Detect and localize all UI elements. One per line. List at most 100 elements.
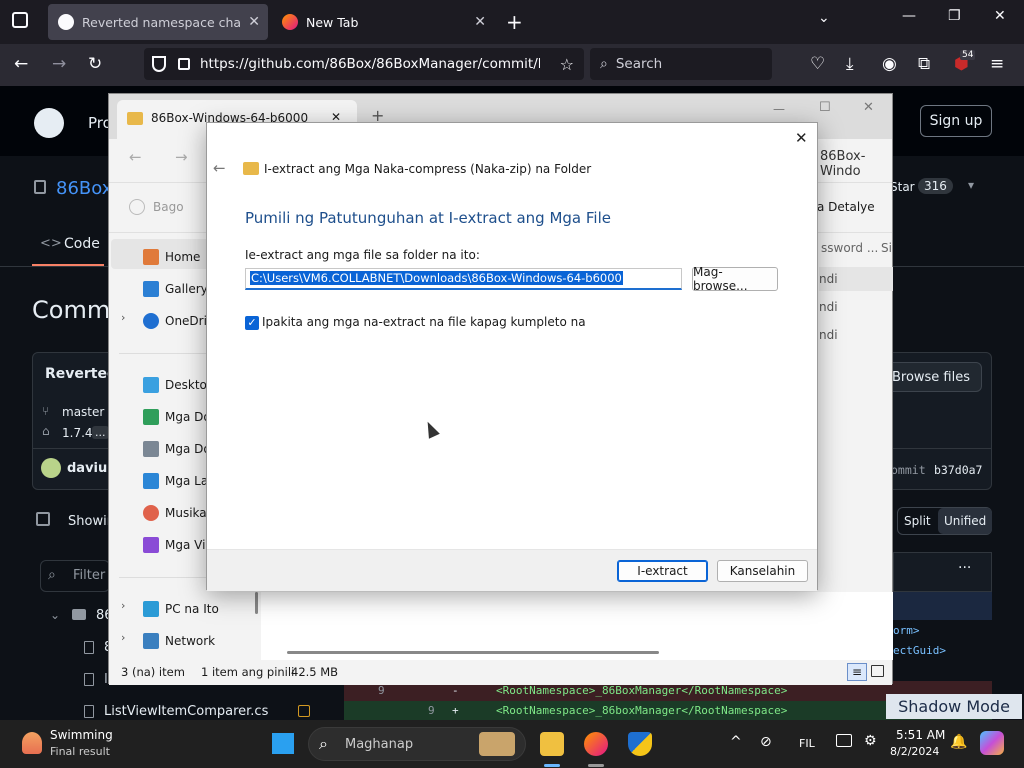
tree-file-name[interactable]: ListViewItemComparer.cs	[104, 704, 268, 719]
new-button[interactable]: Bago	[153, 200, 184, 214]
restore-icon[interactable]: ❐	[948, 8, 961, 24]
more-options-icon[interactable]: ···	[958, 560, 971, 576]
tab-code[interactable]: Code	[64, 236, 100, 252]
language-indicator[interactable]: FIL	[799, 737, 815, 750]
clock-time[interactable]: 5:51 AM	[896, 728, 945, 742]
commit-title: Reverted	[45, 366, 118, 382]
details-view-icon[interactable]: ≡	[847, 663, 867, 681]
destination-path-input[interactable]: C:\Users\VM6.COLLABNET\Downloads\86Box-W…	[245, 268, 682, 290]
copilot-icon[interactable]	[980, 731, 1004, 755]
pocket-icon[interactable]: ♡	[810, 54, 825, 74]
minimize-icon[interactable]: —	[773, 102, 785, 116]
forward-arrow-icon[interactable]: →	[52, 54, 66, 74]
file-tree-toggle-icon[interactable]	[36, 512, 50, 526]
avatar[interactable]	[41, 458, 61, 478]
search-icon: ⌕	[319, 734, 328, 753]
network-off-icon[interactable]: ⊘	[760, 734, 772, 750]
tab-new-tab[interactable]: New Tab ✕	[272, 4, 494, 40]
tab-title: New Tab	[306, 14, 359, 30]
notification-bell-icon[interactable]: 🔔	[950, 734, 967, 750]
file-explorer-icon[interactable]	[540, 732, 564, 756]
column-header-password[interactable]: ssword ...	[821, 241, 878, 255]
security-shield-icon[interactable]	[628, 732, 652, 756]
document-icon	[143, 441, 159, 457]
show-files-label[interactable]: Ipakita ang mga na-extract na file kapag…	[262, 315, 586, 329]
tab-list-icon[interactable]	[12, 12, 28, 28]
browse-button[interactable]: Mag-browse...	[692, 265, 778, 293]
close-window-icon[interactable]: ✕	[863, 100, 874, 115]
horizontal-scrollbar[interactable]	[287, 651, 659, 654]
add-circle-icon[interactable]	[129, 199, 145, 215]
cancel-button[interactable]: Kanselahin	[717, 560, 808, 582]
settings-icon[interactable]: ⚙	[864, 733, 877, 749]
menu-icon[interactable]: ≡	[990, 54, 1004, 74]
close-window-icon[interactable]: ✕	[994, 8, 1006, 24]
dialog-title: Pumili ng Patutunguhan at I-extract ang …	[245, 209, 611, 227]
weather-title[interactable]: Swimming	[50, 728, 113, 742]
chevron-down-icon[interactable]: ⌄	[818, 10, 830, 26]
dialog-header: I-extract ang Mga Naka-compress (Naka-zi…	[264, 162, 592, 176]
diff-sign: -	[452, 684, 459, 697]
account-icon[interactable]: ◉	[882, 54, 897, 74]
diff-sign: +	[452, 704, 459, 717]
star-label[interactable]: Star	[890, 180, 915, 194]
branch-name[interactable]: master	[62, 405, 104, 419]
commit-hash[interactable]: b37d0a7	[934, 463, 982, 477]
shield-icon[interactable]	[152, 56, 166, 72]
extensions-icon[interactable]: ⧉	[918, 54, 930, 74]
minimize-icon[interactable]: —	[902, 8, 916, 24]
back-arrow-icon[interactable]: ←	[14, 54, 28, 74]
cloud-icon	[143, 313, 159, 329]
browse-files-button[interactable]: Browse files	[880, 362, 982, 392]
close-tab-icon[interactable]: ✕	[474, 14, 486, 30]
new-tab-plus-icon[interactable]: +	[506, 10, 523, 34]
file-row-text: ndi	[819, 300, 838, 314]
tiles-view-icon[interactable]	[871, 665, 884, 677]
taskbar-search-placeholder: Maghanap	[345, 737, 414, 752]
close-dialog-icon[interactable]: ✕	[795, 129, 808, 147]
url-text[interactable]: https://github.com/86Box/86BoxManager/co…	[200, 56, 540, 72]
unified-toggle[interactable]: Unified	[938, 508, 993, 534]
forward-arrow-icon[interactable]: →	[175, 148, 188, 166]
chevron-right-icon[interactable]: ›	[121, 311, 125, 324]
extract-button[interactable]: I-extract	[617, 560, 708, 582]
github-logo-icon[interactable]	[34, 108, 64, 138]
search-bar[interactable]: ⌕ Search	[590, 48, 772, 80]
back-arrow-icon[interactable]: ←	[213, 159, 226, 177]
maximize-icon[interactable]: ☐	[819, 100, 831, 115]
download-icon[interactable]: ⤓	[846, 54, 854, 74]
tag-name[interactable]: 1.7.4	[62, 426, 93, 440]
display-icon[interactable]	[836, 734, 852, 747]
gallery-icon	[143, 281, 159, 297]
firefox-icon[interactable]	[584, 732, 608, 756]
repo-name-link[interactable]: 86Box	[56, 178, 112, 199]
back-arrow-icon[interactable]: ←	[129, 148, 142, 166]
bookmark-star-icon[interactable]: ☆	[560, 55, 574, 74]
column-header-size[interactable]: Si	[881, 241, 892, 255]
chevron-up-icon[interactable]: ^	[730, 734, 742, 750]
reload-icon[interactable]: ↻	[88, 54, 102, 74]
chevron-right-icon[interactable]: ›	[121, 599, 125, 612]
chevron-down-icon[interactable]: ⌄	[50, 608, 60, 622]
url-bar[interactable]: https://github.com/86Box/86BoxManager/co…	[144, 48, 584, 80]
chevron-down-icon[interactable]: ▾	[968, 178, 974, 192]
dialog-footer: I-extract Kanselahin	[207, 549, 817, 591]
taskbar-search[interactable]: ⌕ Maghanap	[308, 727, 526, 761]
signup-button[interactable]: Sign up	[920, 105, 992, 137]
close-tab-icon[interactable]: ✕	[248, 14, 260, 30]
lock-icon[interactable]	[178, 58, 190, 70]
chevron-right-icon[interactable]: ›	[121, 631, 125, 644]
clock-date[interactable]: 8/2/2024	[890, 745, 939, 758]
sidebar-scrollbar[interactable]	[255, 592, 258, 614]
windows-start-icon[interactable]	[272, 733, 294, 755]
tag-more[interactable]: ...	[92, 426, 109, 439]
code-fragment: orm>	[893, 624, 920, 637]
line-number-old: 9	[378, 684, 385, 697]
swimming-icon[interactable]	[22, 732, 42, 754]
show-files-checkbox[interactable]: ✓	[245, 316, 259, 330]
split-toggle[interactable]: Split	[904, 514, 931, 528]
tab-github-commit[interactable]: Reverted namespace changes ✕	[48, 4, 268, 40]
search-icon: ⌕	[600, 56, 608, 72]
details-button[interactable]: a Detalye	[817, 200, 875, 214]
code-brackets-icon: <>	[40, 236, 62, 251]
